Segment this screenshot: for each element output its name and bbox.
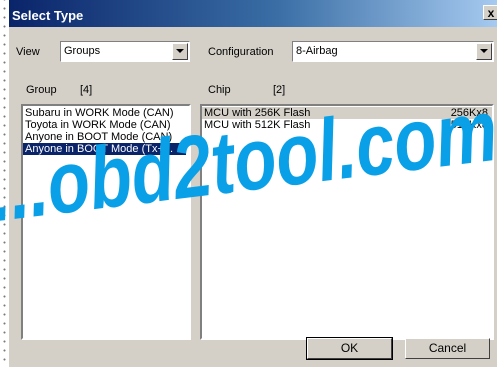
view-select-value: Groups [64, 45, 101, 57]
view-dropdown-button[interactable] [172, 43, 188, 60]
group-list-item[interactable]: Subaru in WORK Mode (CAN) [23, 107, 189, 119]
background-dotted-edge [0, 0, 9, 367]
chip-size: 256Kx8 [450, 107, 488, 119]
group-label: Group [26, 84, 57, 96]
chip-size: 512Kx8 [450, 119, 488, 131]
chip-list-item[interactable]: MCU with 256K Flash 256Kx8 [202, 107, 492, 119]
group-list-item[interactable]: Toyota in WORK Mode (CAN) [23, 119, 189, 131]
chip-count: [2] [273, 84, 286, 96]
group-list[interactable]: Subaru in WORK Mode (CAN) Toyota in WORK… [21, 104, 191, 340]
view-label: View [16, 46, 40, 58]
close-icon: x [487, 6, 495, 20]
dialog-title: Select Type [12, 8, 84, 23]
chip-list-items: MCU with 256K Flash 256Kx8 MCU with 512K… [202, 106, 492, 131]
close-button[interactable]: x [483, 5, 497, 20]
select-type-dialog: Select Type x View Groups Configuration … [9, 0, 497, 367]
chip-name: MCU with 256K Flash [204, 107, 311, 119]
configuration-label: Configuration [208, 46, 274, 58]
title-bar[interactable]: Select Type x [9, 0, 497, 27]
configuration-select[interactable]: 8-Airbag [292, 41, 494, 62]
ok-button[interactable]: OK [306, 337, 393, 360]
view-select[interactable]: Groups [60, 41, 190, 62]
chip-name: MCU with 512K Flash [204, 119, 311, 131]
configuration-dropdown-button[interactable] [476, 43, 492, 60]
configuration-select-value: 8-Airbag [296, 45, 338, 57]
chip-list-item[interactable]: MCU with 512K Flash 512Kx8 [202, 119, 492, 131]
chevron-down-icon [480, 49, 488, 53]
group-list-items: Subaru in WORK Mode (CAN) Toyota in WORK… [23, 106, 189, 155]
group-count: [4] [80, 84, 93, 96]
chevron-down-icon [176, 49, 184, 53]
chip-label: Chip [208, 84, 231, 96]
cancel-button[interactable]: Cancel [405, 338, 490, 359]
group-list-item-selected[interactable]: Anyone in BOOT Mode (Tx+... [23, 143, 186, 155]
chip-list[interactable]: MCU with 256K Flash 256Kx8 MCU with 512K… [200, 104, 494, 340]
group-list-item[interactable]: Anyone in BOOT Mode (CAN) [23, 131, 189, 143]
